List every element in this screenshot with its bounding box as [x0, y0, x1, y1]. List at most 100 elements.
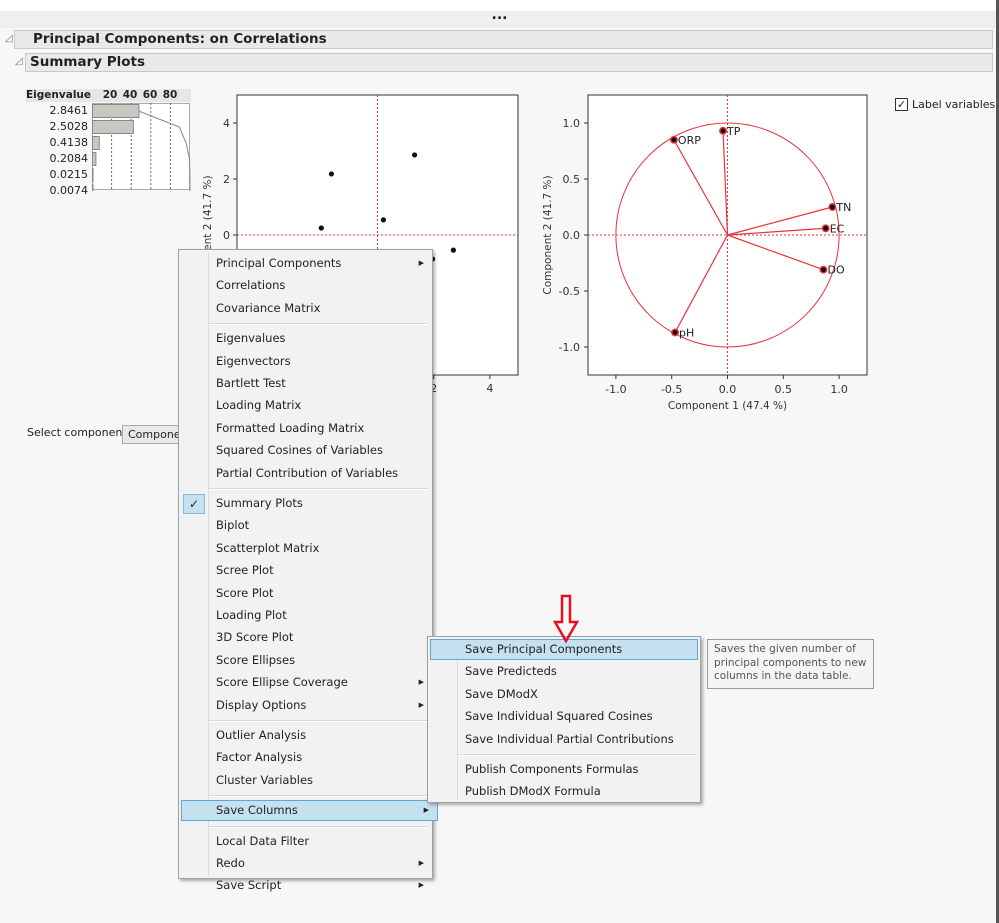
menu-item-save-predicteds[interactable]: Save Predicteds [428, 661, 700, 682]
menu-item-formatted-loading-matrix[interactable]: Formatted Loading Matrix [179, 418, 432, 439]
menu-item-label: Scatterplot Matrix [216, 540, 320, 555]
select-component-label: Select component [27, 426, 127, 439]
menu-item-score-plot[interactable]: Score Plot [179, 583, 432, 604]
eigenvalue: 2.5028 [49, 120, 89, 133]
menu-item-label: Score Ellipse Coverage [216, 675, 348, 690]
score-point [380, 217, 387, 223]
select-component-value: Compone [128, 428, 181, 441]
menu-item-cluster-variables[interactable]: Cluster Variables [179, 770, 432, 791]
menu-item-correlations[interactable]: Correlations [179, 275, 432, 296]
y-axis-label: Component 2 (41.7 %) [542, 175, 554, 294]
loading-point [828, 203, 837, 211]
menu-item-publish-dmodx-formula[interactable]: Publish DModX Formula [428, 781, 700, 802]
report-header[interactable]: Principal Components: on Correlations [14, 30, 993, 49]
variable-label: EC [830, 222, 845, 235]
menu-item-covariance-matrix[interactable]: Covariance Matrix [179, 298, 432, 319]
menu-item-factor-analysis[interactable]: Factor Analysis [179, 747, 432, 768]
menu-item-save-script[interactable]: Save Script ▶ [179, 875, 432, 896]
checkmark-icon: ✓ [183, 494, 205, 514]
menu-item-label: Save Individual Squared Cosines [465, 709, 653, 724]
submenu-arrow-icon: ▶ [418, 881, 424, 890]
menu-item-label: Squared Cosines of Variables [216, 443, 383, 458]
menu-item-label: Correlations [216, 278, 286, 293]
eigenvalue: 0.2084 [49, 152, 89, 165]
menu-separator [209, 720, 428, 722]
menu-item-publish-components-formulas[interactable]: Publish Components Formulas [428, 759, 700, 780]
menu-item-bartlett-test[interactable]: Bartlett Test [179, 373, 432, 394]
percent-tick-label: 40 [122, 89, 138, 101]
y-tick-label: 4 [223, 117, 230, 130]
x-axis-label: Component 1 (47.4 %) [668, 400, 787, 412]
menu-separator [209, 825, 428, 828]
loading-point [669, 135, 678, 144]
menu-item-outlier-analysis[interactable]: Outlier Analysis [179, 725, 432, 746]
menu-item-score-ellipse-coverage[interactable]: Score Ellipse Coverage ▶ [179, 672, 432, 693]
menu-item-eigenvectors[interactable]: Eigenvectors [179, 351, 432, 372]
menu-item-label: Principal Components [216, 256, 342, 270]
menu-item-loading-matrix[interactable]: Loading Matrix [179, 395, 432, 416]
menu-item-display-options[interactable]: Display Options ▶ [179, 695, 432, 716]
eigenvalue: 0.0215 [49, 168, 89, 181]
menu-item-save-dmodx[interactable]: Save DModX [428, 684, 700, 705]
loading-point [819, 265, 828, 274]
more-icon[interactable]: ... [492, 7, 508, 23]
menu-item-3d-score-plot[interactable]: 3D Score Plot [179, 627, 432, 648]
menu-item-save-individual-squared-cosines[interactable]: Save Individual Squared Cosines [428, 706, 700, 727]
report-title: Principal Components: on Correlations [33, 31, 327, 47]
menu-item-label: Publish DModX Formula [465, 784, 601, 799]
menu-item-save-individual-partial-contributions[interactable]: Save Individual Partial Contributions [428, 729, 700, 750]
menu-item-scree-plot[interactable]: Scree Plot [179, 560, 432, 581]
menu-item-label: Loading Matrix [216, 398, 302, 413]
menu-item-score-ellipses[interactable]: Score Ellipses [179, 650, 432, 671]
submenu-arrow-icon: ▶ [418, 700, 424, 709]
variable-label: TP [726, 125, 741, 138]
score-point [318, 225, 324, 231]
loading-point [821, 224, 830, 233]
collapse-triangle-icon[interactable]: ◿ [15, 56, 23, 67]
menu-item-squared-cosines-of-variables[interactable]: Squared Cosines of Variables [179, 440, 432, 461]
menu-item-label: Loading Plot [216, 608, 287, 622]
variable-label: pH [679, 326, 694, 339]
y-tick-label: 2 [223, 173, 230, 186]
y-tick-label: 0.5 [563, 173, 581, 186]
menu-item-label: Save Columns [216, 803, 298, 818]
menu-item-eigenvalues[interactable]: Eigenvalues [179, 328, 432, 349]
menu-item-label: Publish Components Formulas [465, 762, 639, 776]
score-point [328, 171, 335, 177]
eigen-bar [92, 152, 97, 166]
select-component-dropdown[interactable]: Compone [122, 425, 182, 444]
y-tick-label: 0.0 [563, 229, 581, 242]
submenu-arrow-icon: ▶ [418, 259, 424, 267]
menu-item-label: Cluster Variables [216, 772, 314, 787]
menu-item-label: Scree Plot [216, 563, 274, 578]
menu-item-summary-plots[interactable]: Summary Plots [179, 493, 432, 514]
y-tick-label: -0.5 [559, 285, 580, 298]
x-tick-label: 0.5 [775, 383, 793, 396]
menu-item-label: Factor Analysis [216, 750, 303, 765]
menu-item-scatterplot-matrix[interactable]: Scatterplot Matrix [179, 538, 432, 559]
summary-plots-header[interactable]: Summary Plots [25, 53, 993, 72]
eigen-bar [92, 120, 134, 134]
variable-label: TN [835, 201, 851, 214]
more-options-bar[interactable]: ... [0, 8, 999, 28]
menu-item-biplot[interactable]: Biplot [179, 515, 432, 536]
menu-item-loading-plot[interactable]: Loading Plot [179, 605, 432, 626]
menu-item-partial-contribution-of-variables[interactable]: Partial Contribution of Variables [179, 463, 432, 484]
down-arrow-icon [553, 594, 579, 644]
menu-item-local-data-filter[interactable]: Local Data Filter [179, 831, 432, 852]
menu-item-label: Formatted Loading Matrix [216, 420, 365, 435]
collapse-triangle-icon[interactable]: ◿ [5, 33, 13, 44]
eigen-bar [92, 136, 100, 150]
label-variables-checkbox[interactable]: ✓ [895, 98, 908, 111]
menu-item-label: Eigenvectors [216, 353, 291, 368]
label-variables-option[interactable]: ✓ Label variables [895, 98, 995, 111]
eigenvalue-table: Eigenvalue 20 40 60 80 [26, 89, 191, 102]
x-tick-label: 1.0 [830, 383, 848, 396]
eigenvalue-header: Eigenvalue 20 40 60 80 [26, 89, 191, 102]
menu-item-redo[interactable]: Redo ▶ [179, 853, 432, 874]
menu-item-principal-components[interactable]: Principal Components ▶ [179, 253, 432, 274]
menu-item-save-columns[interactable]: Save Columns ▶ [181, 800, 438, 822]
eigen-bar [92, 104, 140, 118]
menu-item-label: Score Ellipses [216, 652, 296, 667]
menu-item-label: Outlier Analysis [216, 728, 307, 742]
